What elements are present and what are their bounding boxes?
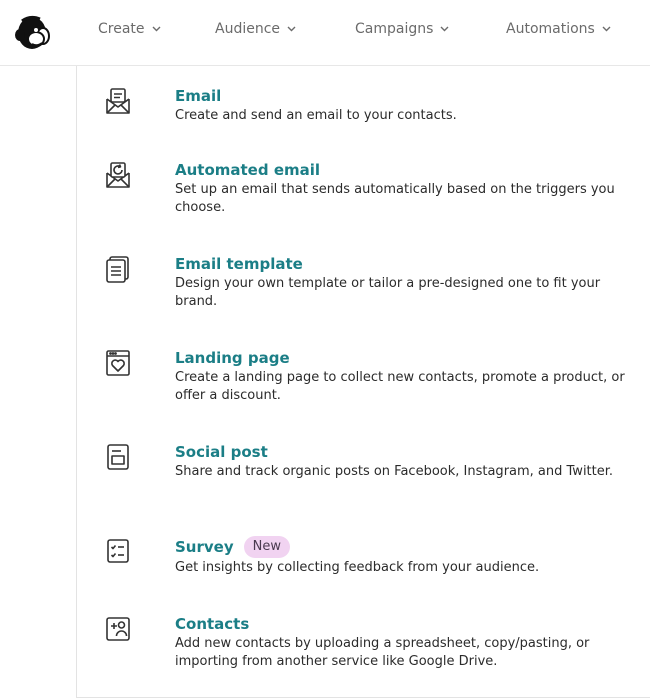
- menu-item-title: Automated email: [175, 161, 321, 179]
- menu-item-title: Survey New: [175, 536, 645, 558]
- nav-audience[interactable]: Audience: [215, 21, 296, 37]
- nav-create[interactable]: Create: [98, 21, 161, 37]
- chevron-down-icon: [440, 26, 449, 32]
- menu-item-social-post[interactable]: Social post Share and track organic post…: [77, 442, 650, 504]
- menu-item-survey[interactable]: Survey New Get insights by collecting fe…: [77, 536, 650, 580]
- top-navigation-bar: Create Audience Campaigns Automations: [0, 0, 650, 66]
- new-badge: New: [243, 536, 290, 558]
- menu-item-title: Social post: [175, 443, 268, 461]
- menu-item-contacts[interactable]: Contacts Add new contacts by uploading a…: [77, 614, 650, 676]
- menu-item-description: Get insights by collecting feedback from…: [175, 560, 540, 575]
- menu-item-email-template[interactable]: Email template Design your own template …: [77, 254, 650, 316]
- mailchimp-logo-icon[interactable]: [10, 13, 56, 53]
- menu-item-text: Landing page Create a landing page to co…: [175, 348, 645, 405]
- menu-item-text: Social post Share and track organic post…: [175, 442, 645, 481]
- automated-email-icon: [103, 160, 133, 190]
- menu-item-description: Add new contacts by uploading a spreadsh…: [175, 636, 590, 669]
- menu-item-description: Set up an email that sends automatically…: [175, 182, 615, 215]
- nav-automations[interactable]: Automations: [506, 21, 611, 37]
- nav-campaigns[interactable]: Campaigns: [355, 21, 449, 37]
- menu-item-text: Contacts Add new contacts by uploading a…: [175, 614, 645, 671]
- menu-item-email[interactable]: Email Create and send an email to your c…: [77, 86, 650, 130]
- add-contact-icon: [103, 614, 133, 644]
- nav-create-label: Create: [98, 21, 145, 37]
- menu-item-text: Email Create and send an email to your c…: [175, 86, 645, 125]
- menu-item-title: Email template: [175, 255, 303, 273]
- chevron-down-icon: [152, 26, 161, 32]
- menu-item-description: Create and send an email to your contact…: [175, 108, 457, 123]
- menu-item-title-text: Survey: [175, 538, 234, 556]
- menu-item-text: Automated email Set up an email that sen…: [175, 160, 645, 217]
- menu-item-text: Email template Design your own template …: [175, 254, 645, 311]
- menu-item-text: Survey New Get insights by collecting fe…: [175, 536, 645, 577]
- chevron-down-icon: [287, 26, 296, 32]
- create-dropdown-menu: Email Create and send an email to your c…: [76, 66, 650, 698]
- menu-item-title: Contacts: [175, 615, 250, 633]
- envelope-icon: [103, 86, 133, 116]
- template-icon: [103, 254, 133, 284]
- nav-audience-label: Audience: [215, 21, 281, 37]
- nav-campaigns-label: Campaigns: [355, 21, 434, 37]
- landing-page-icon: [103, 348, 133, 378]
- menu-item-description: Share and track organic posts on Faceboo…: [175, 464, 614, 479]
- nav-automations-label: Automations: [506, 21, 595, 37]
- menu-item-landing-page[interactable]: Landing page Create a landing page to co…: [77, 348, 650, 410]
- menu-item-title: Email: [175, 87, 222, 105]
- social-post-icon: [103, 442, 133, 472]
- chevron-down-icon: [602, 26, 611, 32]
- menu-item-description: Create a landing page to collect new con…: [175, 370, 625, 403]
- menu-item-automated-email[interactable]: Automated email Set up an email that sen…: [77, 160, 650, 222]
- menu-item-description: Design your own template or tailor a pre…: [175, 276, 601, 309]
- survey-icon: [103, 536, 133, 566]
- menu-item-title: Landing page: [175, 349, 290, 367]
